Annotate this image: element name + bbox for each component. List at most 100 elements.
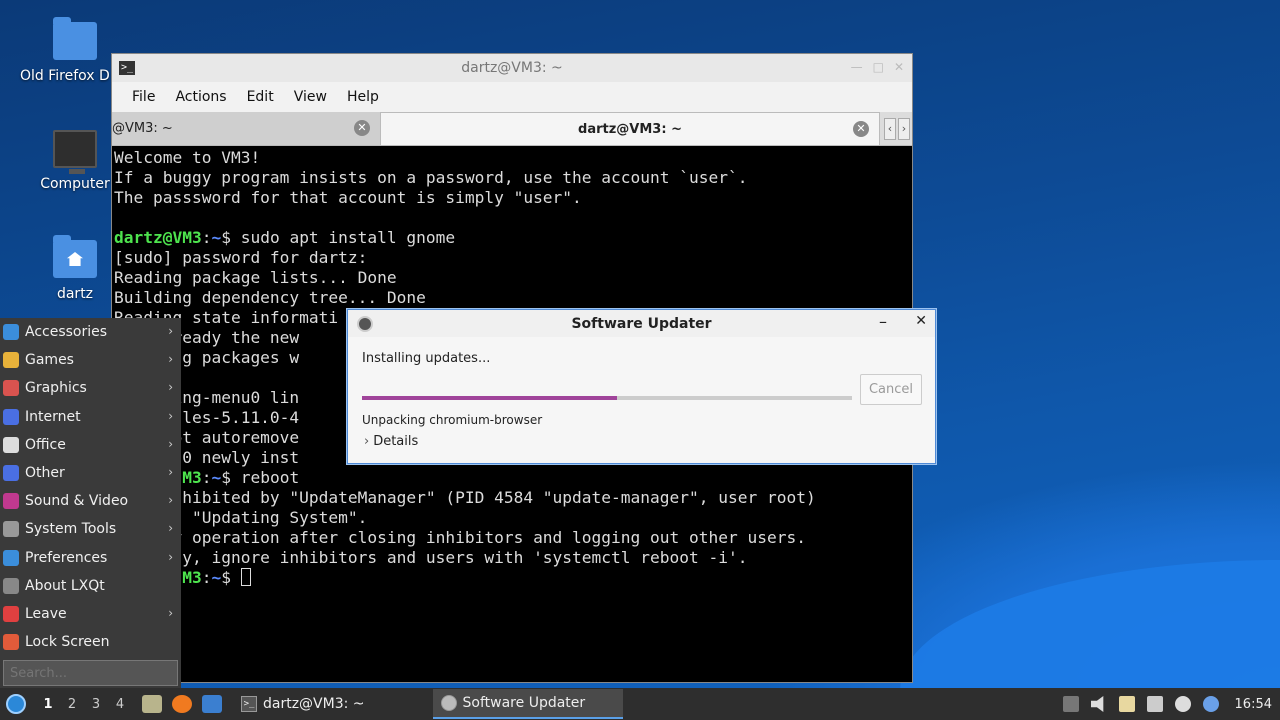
desktop-switch-3[interactable]: 3 — [84, 697, 108, 712]
update-progress-bar — [362, 396, 852, 400]
desktop-switch-4[interactable]: 4 — [108, 697, 132, 712]
terminal-cursor — [240, 568, 251, 586]
start-menu: Accessories › Games › Graphics › Internet › Offi… — [0, 318, 181, 688]
volume-icon[interactable] — [1090, 696, 1104, 712]
terminal-icon: >_ — [241, 696, 257, 712]
terminal-line: Welcome to VM3! — [114, 148, 261, 167]
clock[interactable]: 16:54 — [1235, 697, 1272, 712]
office-icon — [3, 436, 19, 453]
internet-icon — [3, 408, 19, 425]
menu-item-office[interactable]: Office › — [0, 431, 181, 459]
notifications-icon[interactable] — [1202, 696, 1219, 712]
menu-item-lock-screen[interactable]: Lock Screen — [0, 628, 181, 656]
minimize-icon[interactable]: — — [851, 60, 863, 74]
menu-item-label: System Tools — [25, 521, 117, 538]
prompt-fragment: M3 — [182, 468, 202, 487]
menu-item-accessories[interactable]: Accessories › — [0, 318, 181, 346]
menu-item-about-lxqt[interactable]: About LXQt — [0, 572, 181, 600]
maximize-icon[interactable]: □ — [873, 60, 884, 74]
network-icon[interactable] — [1146, 696, 1163, 712]
menu-item-label: Games — [25, 352, 74, 369]
menu-item-label: Sound & Video — [25, 493, 129, 510]
preferences-icon — [3, 549, 19, 566]
terminal-line: on inhibited by "UpdateManager" (PID 458… — [114, 488, 816, 507]
cancel-button[interactable]: Cancel — [860, 374, 922, 405]
software-updater-dialog: Software Updater – ✕ Installing updates.… — [347, 309, 936, 464]
minimize-icon[interactable]: – — [879, 312, 887, 331]
update-status: Installing updates... — [362, 351, 491, 366]
taskbar: 1 2 3 4 >_ dartz@VM3: ~ Software Updater… — [0, 688, 1280, 720]
close-icon[interactable]: ✕ — [894, 60, 904, 74]
menu-item-other[interactable]: Other › — [0, 459, 181, 487]
leave-icon — [3, 605, 19, 622]
terminal-titlebar[interactable]: >_ dartz@VM3: ~ — □ ✕ — [112, 54, 912, 82]
menu-item-system-tools[interactable]: System Tools › — [0, 515, 181, 543]
update-status-icon[interactable] — [1174, 696, 1191, 712]
details-expander[interactable]: › Details — [364, 434, 418, 449]
prompt-user: dartz@VM3 — [114, 228, 202, 247]
menu-actions[interactable]: Actions — [165, 89, 236, 105]
menu-item-label: About LXQt — [25, 577, 105, 594]
menu-item-internet[interactable]: Internet › — [0, 403, 181, 431]
terminal-menubar: File Actions Edit View Help — [112, 82, 912, 112]
menu-item-preferences[interactable]: Preferences › — [0, 544, 181, 572]
terminal-command: reboot — [230, 468, 300, 487]
menu-view[interactable]: View — [284, 89, 337, 105]
desktop-switch-2[interactable]: 2 — [60, 697, 84, 712]
menu-item-leave[interactable]: Leave › — [0, 600, 181, 628]
tab-scroll-left-icon[interactable]: ‹ — [884, 117, 896, 140]
chevron-right-icon: › — [364, 434, 370, 449]
tab-close-icon[interactable]: ✕ — [853, 121, 869, 137]
tab-label: @VM3: ~ — [112, 121, 173, 136]
chevron-right-icon: › — [168, 352, 173, 367]
file-manager-icon[interactable] — [142, 695, 162, 713]
menu-item-games[interactable]: Games › — [0, 346, 181, 374]
menu-help[interactable]: Help — [337, 89, 389, 105]
system-tray: 16:54 — [1062, 688, 1272, 720]
chevron-right-icon: › — [168, 493, 173, 508]
lock-icon — [3, 634, 19, 651]
tab-scroll-right-icon[interactable]: › — [898, 117, 910, 140]
chevron-right-icon: › — [168, 464, 173, 479]
menu-edit[interactable]: Edit — [237, 89, 284, 105]
terminal-line: Reading package lists... Done — [114, 268, 397, 287]
terminal-line: tively, ignore inhibitors and users with… — [114, 548, 748, 567]
prompt-fragment: M3 — [182, 568, 202, 587]
terminal-line: Building dependency tree... Done — [114, 288, 426, 307]
menu-item-label: Leave — [25, 605, 67, 622]
sound-video-icon — [3, 493, 19, 510]
desktop-switch-1[interactable]: 1 — [36, 697, 60, 712]
terminal-tab-2[interactable]: dartz@VM3: ~ ✕ — [380, 112, 880, 145]
menu-item-label: Internet — [25, 408, 81, 425]
menu-item-label: Other — [25, 465, 65, 482]
folder-icon — [53, 17, 97, 60]
close-icon[interactable]: ✕ — [915, 313, 927, 329]
menu-file[interactable]: File — [122, 89, 165, 105]
show-desktop-icon[interactable] — [202, 695, 222, 713]
progress-fill — [362, 396, 617, 400]
chevron-right-icon: › — [168, 380, 173, 395]
terminal-command: sudo apt install gnome — [230, 228, 456, 247]
games-icon — [3, 352, 19, 369]
task-terminal[interactable]: >_ dartz@VM3: ~ — [233, 689, 373, 719]
task-software-updater[interactable]: Software Updater — [432, 689, 623, 719]
notification-area-icon[interactable] — [1062, 696, 1079, 712]
terminal-line: [sudo] password for dartz: — [114, 248, 368, 267]
other-icon — [3, 465, 19, 482]
dialog-titlebar[interactable]: Software Updater – ✕ — [348, 310, 935, 337]
clipboard-icon[interactable] — [1118, 696, 1135, 712]
terminal-line: retry operation after closing inhibitors… — [114, 528, 806, 547]
details-label: Details — [373, 434, 419, 449]
firefox-icon[interactable] — [172, 695, 192, 713]
menu-item-graphics[interactable]: Graphics › — [0, 374, 181, 402]
software-updater-icon — [440, 695, 457, 711]
menu-search-input[interactable] — [3, 660, 178, 686]
home-folder-icon — [53, 235, 97, 278]
terminal-line: If a buggy program insists on a password… — [114, 168, 748, 187]
terminal-tab-1[interactable]: @VM3: ~ ✕ — [112, 112, 380, 145]
chevron-right-icon: › — [168, 605, 173, 620]
start-menu-button[interactable] — [6, 694, 26, 714]
tab-close-icon[interactable]: ✕ — [354, 120, 370, 136]
menu-item-sound-video[interactable]: Sound & Video › — [0, 487, 181, 515]
chevron-right-icon: › — [168, 408, 173, 423]
